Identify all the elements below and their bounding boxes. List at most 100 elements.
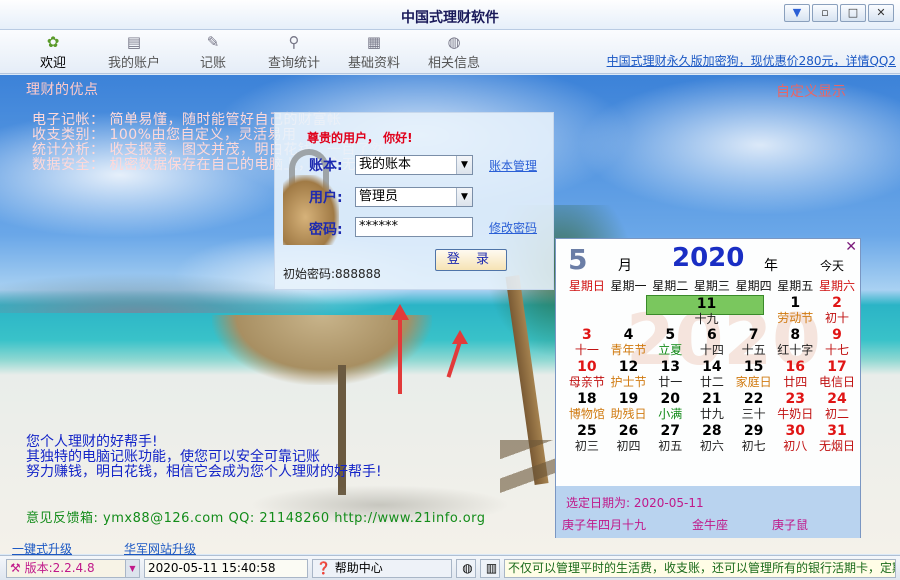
version-select[interactable]: ⚒ 版本:2.2.4.8 ▼ xyxy=(6,559,140,578)
calendar-day-lunar: 劳动节 xyxy=(777,311,814,325)
dropdown-menu-button[interactable]: ▼ xyxy=(784,4,810,22)
weekday-label: 星期五 xyxy=(777,279,814,293)
calendar-day-lunar: 小满 xyxy=(658,407,683,421)
password-field[interactable]: ****** xyxy=(355,217,473,237)
promo-link[interactable]: 中国式理财永久版加密狗，现优惠价280元，详情QQ2 xyxy=(607,52,896,69)
chevron-down-icon[interactable]: ▼ xyxy=(456,156,472,174)
custom-display-link[interactable]: 自定义显示 xyxy=(776,81,846,101)
calendar-day-lunar: 家庭日 xyxy=(735,375,772,389)
login-button[interactable]: 登 录 xyxy=(435,249,507,271)
calendar-day[interactable]: 15 家庭日 xyxy=(733,359,775,391)
calendar-day[interactable]: 9 十七 xyxy=(816,327,858,359)
calendar-day-number: 12 xyxy=(618,359,639,375)
calendar-day[interactable]: 22 三十 xyxy=(733,391,775,423)
calendar-day[interactable]: 25 初三 xyxy=(566,423,608,455)
globe-icon: ◍ xyxy=(447,33,461,51)
calendar-day[interactable]: 8 红十字 xyxy=(774,327,816,359)
slogan-line: 其独特的电脑记账功能，使您可以安全可靠记账 xyxy=(26,449,320,465)
calendar-day[interactable]: 31 无烟日 xyxy=(816,423,858,455)
calendar-day[interactable]: 6 十四 xyxy=(691,327,733,359)
calendar-day[interactable]: 13 廿一 xyxy=(649,359,691,391)
calendar-day[interactable]: 1 劳动节 xyxy=(774,295,816,327)
calendar-day-number: 15 xyxy=(743,359,764,375)
calendar-day[interactable]: 4 青年节 xyxy=(608,327,650,359)
toolbar-my-account[interactable]: ▤ 我的账户 xyxy=(98,32,170,72)
calendar-day-number: 23 xyxy=(785,391,806,407)
calendar-day[interactable]: 19 助残日 xyxy=(608,391,650,423)
calendar-day[interactable]: 16 廿四 xyxy=(774,359,816,391)
chart-icon[interactable]: ▥ xyxy=(480,559,500,578)
toolbar-query-stats[interactable]: ⚲ 查询统计 xyxy=(258,32,330,72)
calendar-day[interactable]: 14 廿二 xyxy=(691,359,733,391)
user-select[interactable]: 管理员 ▼ xyxy=(355,187,473,207)
account-select[interactable]: 我的账本 ▼ xyxy=(355,155,473,175)
close-icon[interactable]: ✕ xyxy=(845,239,857,255)
toolbar-basic-data[interactable]: ▦ 基础资料 xyxy=(338,32,410,72)
calendar-day-number: 6 xyxy=(707,327,717,343)
calendar-day[interactable]: 17 电信日 xyxy=(816,359,858,391)
chevron-down-icon[interactable]: ▼ xyxy=(456,188,472,206)
calendar-day[interactable]: 28 初六 xyxy=(691,423,733,455)
account-label: 账本: xyxy=(309,158,343,174)
calendar-day-number: 27 xyxy=(660,423,680,439)
zodiac: 庚子鼠 xyxy=(772,518,809,532)
calendar-day-lunar: 廿二 xyxy=(699,375,724,389)
calendar-day[interactable]: 2 初十 xyxy=(816,295,858,327)
help-center-button[interactable]: ❓ 帮助中心 xyxy=(312,559,452,578)
weekday-label: 星期四 xyxy=(735,279,772,293)
calendar-grid: 1 劳动节 2 初十 3 十一 4 青年节 5 立夏 6 十四 7 十五 8 红十字 9 十七 10 母亲节 11 十九 1… xyxy=(566,295,858,455)
calendar-day[interactable]: 27 初五 xyxy=(649,423,691,455)
account-select-value: 我的账本 xyxy=(359,157,412,172)
calendar-day-number: 29 xyxy=(743,423,764,439)
user-select-value: 管理员 xyxy=(359,189,399,204)
calendar-day[interactable]: 10 母亲节 xyxy=(566,359,608,391)
toolbar-welcome[interactable]: ✿ 欢迎 xyxy=(30,32,76,72)
weekday-label: 星期六 xyxy=(818,279,855,293)
calendar-day[interactable]: 20 小满 xyxy=(649,391,691,423)
globe-icon[interactable]: ◍ xyxy=(456,559,476,578)
calendar-day[interactable]: 21 廿九 xyxy=(691,391,733,423)
calendar-weekdays: 星期日 星期一 星期二 星期三 星期四 星期五 星期六 xyxy=(566,277,858,293)
calendar-day-lunar: 牛奶日 xyxy=(777,407,814,421)
help-center-label: 帮助中心 xyxy=(334,561,383,575)
tools-icon: ⚒ xyxy=(10,561,25,575)
calendar-day[interactable]: 24 初二 xyxy=(816,391,858,423)
calendar-day[interactable]: 23 牛奶日 xyxy=(774,391,816,423)
slogan-line: 您个人理财的好帮手! xyxy=(26,434,158,450)
chevron-down-icon[interactable]: ▼ xyxy=(125,560,139,577)
calendar-day-number: 5 xyxy=(665,327,676,343)
calendar-day-lunar: 护士节 xyxy=(610,375,647,389)
calendar-footer: 选定日期为: 2020-05-11 庚子年四月十九 金牛座 庚子鼠 xyxy=(556,486,860,538)
calendar-day[interactable]: 7 十五 xyxy=(733,327,775,359)
calendar-day[interactable]: 29 初七 xyxy=(733,423,775,455)
calendar-day-lunar: 廿九 xyxy=(699,407,724,421)
search-icon: ⚲ xyxy=(288,33,300,51)
calendar-today-button[interactable]: 今天 xyxy=(820,257,844,274)
calendar-day[interactable]: 3 十一 xyxy=(566,327,608,359)
calendar-day-lunar: 母亲节 xyxy=(568,375,605,389)
calendar-day-number: 4 xyxy=(623,327,634,343)
constellation: 金牛座 xyxy=(692,518,729,532)
calendar-day-number: 17 xyxy=(827,359,847,375)
calendar-month[interactable]: 5 xyxy=(568,243,587,276)
status-message: 不仅可以管理平时的生活费，收支账，还可以管理所有的银行活期卡，定期 xyxy=(504,559,896,578)
calendar-day[interactable]: 5 立夏 xyxy=(649,327,691,359)
calendar-year[interactable]: 2020 xyxy=(672,243,744,273)
calendar-empty-cell xyxy=(608,295,650,327)
restore-button[interactable]: ▫ xyxy=(812,4,838,22)
account-icon: ▤ xyxy=(126,33,142,51)
toolbar-bookkeeping[interactable]: ✎ 记账 xyxy=(190,32,236,72)
toolbar-related-info[interactable]: ◍ 相关信息 xyxy=(418,32,490,72)
calendar-day[interactable]: 18 博物馆 xyxy=(566,391,608,423)
calendar-day[interactable]: 12 护士节 xyxy=(608,359,650,391)
change-password-link[interactable]: 修改密码 xyxy=(489,219,537,236)
calendar-day[interactable]: 26 初四 xyxy=(608,423,650,455)
calendar-day[interactable]: 30 初八 xyxy=(774,423,816,455)
calendar-day-lunar: 初六 xyxy=(699,439,724,453)
calendar-day-number: 9 xyxy=(832,327,842,343)
account-manage-link[interactable]: 账本管理 xyxy=(489,157,537,174)
calendar-day[interactable]: 11 十九 xyxy=(646,295,764,326)
maximize-button[interactable]: □ xyxy=(840,4,866,22)
calendar-day-number: 26 xyxy=(618,423,639,439)
close-button[interactable]: ✕ xyxy=(868,4,894,22)
